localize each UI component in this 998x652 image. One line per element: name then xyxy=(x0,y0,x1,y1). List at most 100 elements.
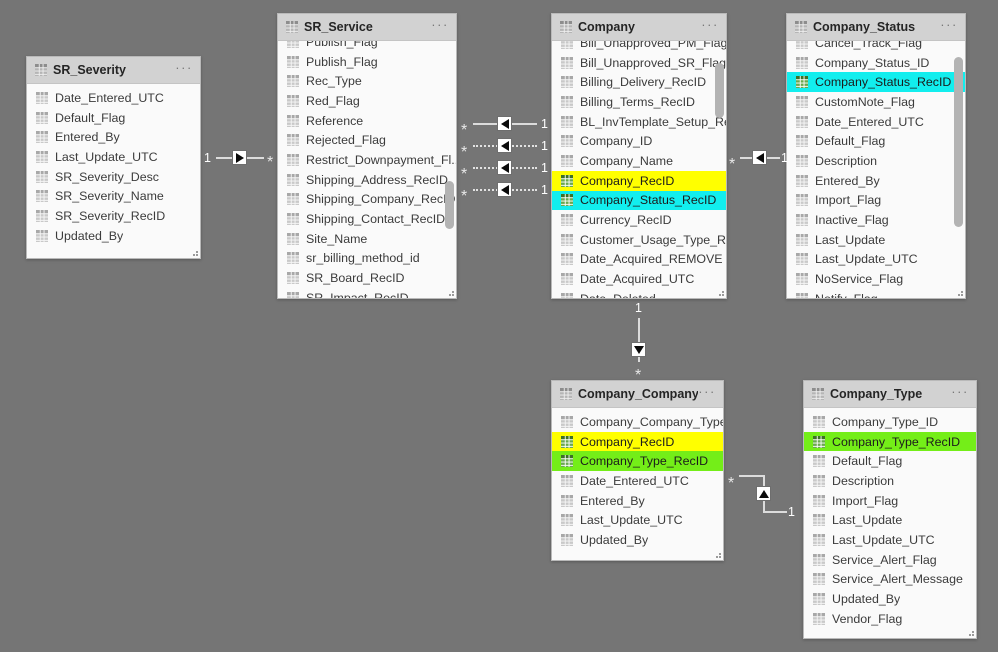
field-row[interactable]: Company_Status_RecID xyxy=(552,190,726,211)
scrollbar-thumb[interactable] xyxy=(715,63,724,118)
field-row[interactable]: Import_Flag xyxy=(804,491,976,511)
table-card-company-company-type[interactable]: Company_Company_... ··· Company_Company_… xyxy=(551,380,724,561)
table-card-company-type[interactable]: Company_Type ··· Company_Type_ID Company_… xyxy=(803,380,977,639)
field-row[interactable]: Date_Deleted xyxy=(552,289,726,298)
table-field-list-sr-severity[interactable]: Date_Entered_UTC Default_Flag Entered_By La… xyxy=(27,84,200,258)
field-row[interactable]: Company_Type_ID xyxy=(804,412,976,432)
field-row[interactable]: Description xyxy=(804,471,976,491)
field-row[interactable]: Updated_By xyxy=(804,589,976,609)
field-row[interactable]: BL_InvTemplate_Setup_Re... xyxy=(552,112,726,132)
field-row[interactable]: Currency_RecID xyxy=(552,210,726,230)
field-row[interactable]: Default_Flag xyxy=(27,108,200,128)
field-row[interactable]: Date_Acquired_REMOVE xyxy=(552,250,726,270)
table-field-list-company-company-type[interactable]: Company_Company_Type... Company_RecID Comp… xyxy=(552,408,723,560)
field-row[interactable]: Rejected_Flag xyxy=(278,130,456,150)
field-row[interactable]: Default_Flag xyxy=(787,131,965,151)
relationship-sr-severity-sr-service[interactable]: 1 * xyxy=(204,148,276,171)
field-row-partial[interactable]: Cancel_Track_Flag xyxy=(787,41,965,53)
field-row[interactable]: Site_Name xyxy=(278,229,456,249)
field-row[interactable]: Vendor_Flag xyxy=(804,609,976,629)
field-row[interactable]: Last_Update xyxy=(804,510,976,530)
table-field-list-sr-service[interactable]: Publish_Flag Publish_Flag Rec_Type Red_Flag… xyxy=(278,41,456,298)
field-row[interactable]: Company_RecID xyxy=(552,431,723,452)
field-row[interactable]: Company_RecID xyxy=(552,170,726,191)
field-row[interactable]: Shipping_Contact_RecID xyxy=(278,209,456,229)
field-row[interactable]: Service_Alert_Flag xyxy=(804,550,976,570)
scrollbar-thumb[interactable] xyxy=(954,57,963,227)
table-header-company[interactable]: Company ··· xyxy=(552,14,726,41)
table-more-options-button[interactable]: ··· xyxy=(175,61,193,77)
field-row[interactable]: Restrict_Downpayment_Fl... xyxy=(278,150,456,170)
field-row[interactable]: Reference xyxy=(278,111,456,131)
table-more-options-button[interactable]: ··· xyxy=(940,18,958,34)
field-row-partial[interactable]: Bill_Unapproved_PM_Flag xyxy=(552,41,726,53)
field-row[interactable]: SR_Severity_RecID xyxy=(27,206,200,226)
field-row[interactable]: NoService_Flag xyxy=(787,269,965,289)
resize-grip[interactable] xyxy=(712,549,721,558)
field-row[interactable]: Entered_By xyxy=(787,171,965,191)
field-row[interactable]: Last_Update_UTC xyxy=(27,147,200,167)
table-card-sr-severity[interactable]: SR_Severity ··· Date_Entered_UTC Default_… xyxy=(26,56,201,259)
field-row[interactable]: Date_Acquired_UTC xyxy=(552,269,726,289)
table-card-sr-service[interactable]: SR_Service ··· Publish_Flag Publish_Flag R… xyxy=(277,13,457,299)
field-row[interactable]: Date_Entered_UTC xyxy=(552,471,723,491)
field-row[interactable]: Shipping_Company_RecID xyxy=(278,190,456,210)
field-row[interactable]: SR_Impact_RecID xyxy=(278,288,456,298)
resize-grip[interactable] xyxy=(189,247,198,256)
table-header-company-type[interactable]: Company_Type ··· xyxy=(804,381,976,408)
field-row[interactable]: sr_billing_method_id xyxy=(278,249,456,269)
resize-grip[interactable] xyxy=(954,287,963,296)
field-row-partial[interactable]: Publish_Flag xyxy=(278,41,456,52)
field-row[interactable]: Rec_Type xyxy=(278,71,456,91)
field-row[interactable]: Entered_By xyxy=(27,127,200,147)
field-row[interactable]: Company_ID xyxy=(552,131,726,151)
relationship-company-bridge[interactable]: 1 * xyxy=(626,300,652,384)
scrollbar-thumb[interactable] xyxy=(445,181,454,229)
field-row[interactable]: Notify_Flag xyxy=(787,289,965,298)
vertical-scrollbar-company[interactable] xyxy=(715,41,724,298)
resize-grip[interactable] xyxy=(445,287,454,296)
field-row[interactable]: Description xyxy=(787,151,965,171)
table-header-company-status[interactable]: Company_Status ··· xyxy=(787,14,965,41)
table-more-options-button[interactable]: ··· xyxy=(701,18,719,34)
field-row[interactable]: Updated_By xyxy=(552,530,723,550)
field-row[interactable]: Company_Status_RecID xyxy=(787,72,965,93)
table-field-list-company-type[interactable]: Company_Type_ID Company_Type_RecID Default… xyxy=(804,408,976,638)
field-row[interactable]: Red_Flag xyxy=(278,91,456,111)
model-diagram-canvas[interactable]: SR_Severity ··· Date_Entered_UTC Default_… xyxy=(0,0,998,652)
relationship-sr-service-company-3[interactable]: * 1 xyxy=(461,158,549,183)
field-row[interactable]: Company_Type_RecID xyxy=(552,451,723,472)
field-row[interactable]: Publish_Flag xyxy=(278,52,456,72)
relationship-sr-service-company-2[interactable]: * 1 xyxy=(461,136,549,161)
field-row[interactable]: Updated_By xyxy=(27,226,200,246)
field-row[interactable]: Bill_Unapproved_SR_Flag xyxy=(552,53,726,73)
field-row[interactable]: Import_Flag xyxy=(787,191,965,211)
field-row[interactable]: Company_Name xyxy=(552,151,726,171)
field-row[interactable]: CustomNote_Flag xyxy=(787,92,965,112)
field-row[interactable]: Entered_By xyxy=(552,491,723,511)
field-row[interactable]: Last_Update_UTC xyxy=(552,510,723,530)
field-row[interactable]: SR_Severity_Name xyxy=(27,186,200,206)
field-row[interactable]: Shipping_Address_RecID xyxy=(278,170,456,190)
table-more-options-button[interactable]: ··· xyxy=(698,385,716,401)
relationship-sr-service-company-4[interactable]: * 1 xyxy=(461,180,549,205)
table-card-company-status[interactable]: Company_Status ··· Cancel_Track_Flag Comp… xyxy=(786,13,966,299)
field-row[interactable]: SR_Board_RecID xyxy=(278,268,456,288)
field-row[interactable]: Company_Company_Type... xyxy=(552,412,723,432)
field-row[interactable]: Company_Status_ID xyxy=(787,53,965,73)
table-header-company-company-type[interactable]: Company_Company_... ··· xyxy=(552,381,723,408)
field-row[interactable]: Billing_Delivery_RecID xyxy=(552,72,726,92)
field-row[interactable]: SR_Severity_Desc xyxy=(27,167,200,187)
field-row[interactable]: Service_Alert_Message xyxy=(804,570,976,590)
table-card-company[interactable]: Company ··· Bill_Unapproved_PM_Flag Bill_… xyxy=(551,13,727,299)
table-header-sr-severity[interactable]: SR_Severity ··· xyxy=(27,57,200,84)
relationship-bridge-company-type[interactable]: * 1 xyxy=(728,466,798,526)
table-more-options-button[interactable]: ··· xyxy=(951,385,969,401)
field-row[interactable]: Default_Flag xyxy=(804,451,976,471)
relationship-sr-service-company-1[interactable]: * 1 xyxy=(461,114,549,139)
table-more-options-button[interactable]: ··· xyxy=(431,18,449,34)
field-row[interactable]: Date_Entered_UTC xyxy=(787,112,965,132)
table-field-list-company[interactable]: Bill_Unapproved_PM_Flag Bill_Unapproved_S… xyxy=(552,41,726,298)
relationship-company-company-status[interactable]: * 1 xyxy=(729,148,788,173)
field-row[interactable]: Company_Type_RecID xyxy=(804,431,976,452)
